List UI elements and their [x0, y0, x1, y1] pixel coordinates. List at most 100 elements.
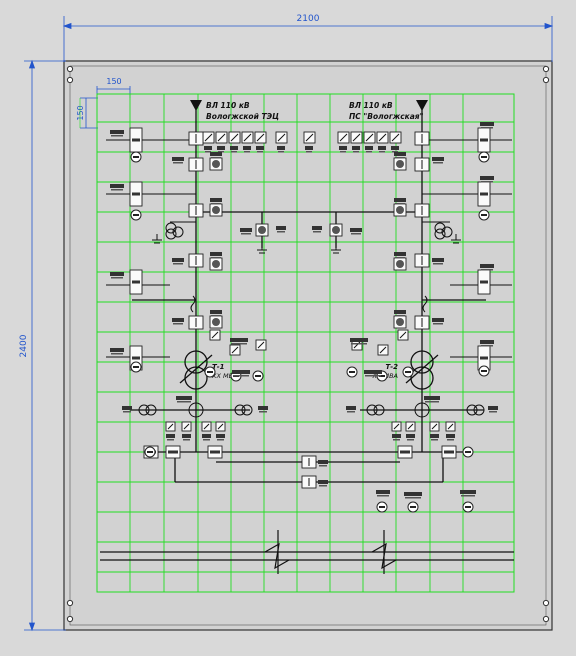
mounting-hole	[542, 615, 550, 623]
switch-tile	[207, 445, 223, 459]
device-tag	[394, 198, 406, 205]
left-line-subtitle: Вологжской ТЭЦ	[206, 112, 279, 121]
switch-tile	[129, 181, 143, 207]
switch-tile	[337, 131, 350, 144]
device-tag	[305, 146, 313, 153]
device-tag	[346, 406, 356, 413]
device-tag	[480, 340, 494, 347]
signal-lamp	[478, 151, 490, 163]
device-tag	[318, 480, 328, 487]
switch-tile	[188, 253, 204, 268]
switch-tile	[377, 344, 389, 356]
switch-tile	[441, 445, 457, 459]
device-tag	[394, 252, 406, 259]
device-tag	[172, 258, 184, 265]
cell-height-label: 150	[76, 105, 85, 120]
right-line-subtitle: ПС "Вологжская"	[349, 112, 424, 121]
single-line-diagram: 2100 2400 150 150 ВЛ 110 кВ Вологжской Т…	[19, 14, 554, 632]
schematic-panel-drawing: 2100 2400 150 150 ВЛ 110 кВ Вологжской Т…	[0, 0, 576, 652]
device-tag	[480, 122, 494, 129]
switch-tile	[414, 315, 430, 330]
device-tag	[210, 310, 222, 317]
signal-lamp	[346, 366, 358, 378]
switch-tile	[215, 421, 226, 432]
device-tag	[276, 226, 286, 233]
device-tag	[204, 146, 212, 153]
device-tag	[182, 434, 191, 441]
signal-lamp	[130, 151, 142, 163]
device-tag	[394, 310, 406, 317]
switch-tile	[165, 445, 181, 459]
switch-tile	[391, 421, 402, 432]
device-tag	[424, 396, 440, 403]
switch-tile	[414, 131, 430, 146]
switch-tile	[363, 131, 376, 144]
device-tag	[392, 434, 401, 441]
switch-tile	[202, 131, 215, 144]
switch-tile	[389, 131, 402, 144]
device-tag	[460, 490, 476, 497]
device-tag	[350, 338, 368, 345]
switch-tile	[129, 127, 143, 153]
signal-lamp	[130, 209, 142, 221]
device-tag	[318, 460, 328, 467]
switch-tile	[188, 157, 204, 172]
device-tag	[364, 370, 382, 377]
switch-tile	[254, 131, 267, 144]
switch-tile	[228, 131, 241, 144]
switch-tile	[209, 315, 223, 329]
switch-tile	[209, 257, 223, 271]
device-tag	[230, 338, 248, 345]
switch-tile	[477, 269, 491, 295]
device-tag	[350, 228, 362, 235]
device-tag	[339, 146, 347, 153]
switch-tile	[405, 421, 416, 432]
device-tag	[110, 130, 124, 137]
device-tag	[352, 146, 360, 153]
mounting-hole	[542, 65, 550, 73]
switch-tile	[414, 253, 430, 268]
switch-tile	[303, 131, 316, 144]
switch-tile	[301, 475, 317, 489]
device-tag	[312, 226, 322, 233]
switch-tile	[188, 315, 204, 330]
device-tag	[243, 146, 251, 153]
device-tag	[432, 318, 444, 325]
mounting-hole	[66, 76, 74, 84]
device-tag	[172, 318, 184, 325]
switch-tile	[255, 223, 269, 237]
device-tag	[217, 146, 225, 153]
mounting-hole	[66, 599, 74, 607]
signal-lamp	[130, 361, 142, 373]
device-tag	[110, 348, 124, 355]
signal-lamp	[407, 501, 419, 513]
switch-tile	[241, 131, 254, 144]
switch-tile	[181, 421, 192, 432]
switch-tile	[414, 203, 430, 218]
switch-tile	[397, 329, 409, 341]
height-dimension-label: 2400	[19, 334, 29, 357]
signal-lamp	[478, 365, 490, 377]
cell-width-label: 150	[106, 77, 121, 86]
device-tag	[202, 434, 211, 441]
device-tag	[110, 184, 124, 191]
signal-lamp	[462, 446, 474, 458]
device-tag	[256, 146, 264, 153]
device-tag	[480, 176, 494, 183]
device-tag	[391, 146, 399, 153]
switch-tile	[209, 203, 223, 217]
signal-lamp	[204, 366, 216, 378]
device-tag	[365, 146, 373, 153]
switch-tile	[414, 157, 430, 172]
switch-tile	[201, 421, 212, 432]
device-tag	[232, 370, 250, 377]
device-tag	[216, 434, 225, 441]
switch-tile	[165, 421, 176, 432]
signal-lamp	[478, 209, 490, 221]
switch-tile	[376, 131, 389, 144]
signal-lamp	[402, 366, 414, 378]
width-dimension-label: 2100	[297, 14, 320, 24]
switch-tile	[229, 344, 241, 356]
mounting-hole	[542, 599, 550, 607]
device-tag	[488, 406, 498, 413]
